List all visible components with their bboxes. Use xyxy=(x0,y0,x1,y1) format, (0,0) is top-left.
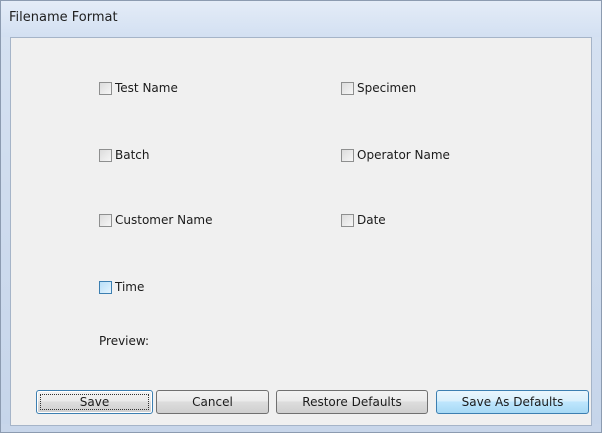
checkbox-date[interactable]: Date xyxy=(341,213,386,227)
checkbox-box[interactable] xyxy=(99,280,112,294)
checkbox-box[interactable] xyxy=(341,81,354,95)
checkbox-box[interactable] xyxy=(341,148,354,162)
checkbox-specimen[interactable]: Specimen xyxy=(341,81,416,95)
checkbox-label: Batch xyxy=(115,148,150,162)
restore-defaults-button-label: Restore Defaults xyxy=(302,395,402,409)
checkbox-box[interactable] xyxy=(99,148,112,162)
checkbox-customer-name[interactable]: Customer Name xyxy=(99,213,213,227)
checkbox-box[interactable] xyxy=(341,213,354,227)
checkbox-label: Time xyxy=(115,280,145,294)
restore-defaults-button[interactable]: Restore Defaults xyxy=(276,390,428,414)
checkbox-operator-name[interactable]: Operator Name xyxy=(341,148,450,162)
save-button[interactable]: Save xyxy=(36,390,153,414)
filename-format-dialog: Filename Format Test Name Specimen Batch… xyxy=(0,0,602,433)
checkbox-label: Specimen xyxy=(357,81,417,95)
cancel-button[interactable]: Cancel xyxy=(156,390,269,414)
save-as-defaults-button[interactable]: Save As Defaults xyxy=(436,390,589,414)
window-frame-left xyxy=(1,37,10,427)
checkbox-label: Customer Name xyxy=(115,213,213,227)
checkbox-time[interactable]: Time xyxy=(99,280,144,294)
preview-label: Preview: xyxy=(99,334,150,348)
checkbox-box[interactable] xyxy=(99,81,112,95)
checkbox-box[interactable] xyxy=(99,213,112,227)
title-bar[interactable]: Filename Format xyxy=(1,1,601,37)
window-title: Filename Format xyxy=(9,10,118,25)
checkbox-label: Test Name xyxy=(115,81,178,95)
checkbox-batch[interactable]: Batch xyxy=(99,148,150,162)
window-frame-right xyxy=(592,37,601,427)
cancel-button-label: Cancel xyxy=(192,395,233,409)
checkbox-label: Operator Name xyxy=(357,148,450,162)
checkbox-test-name[interactable]: Test Name xyxy=(99,81,178,95)
focus-ring xyxy=(40,394,149,410)
checkbox-label: Date xyxy=(357,213,386,227)
dialog-content: Test Name Specimen Batch Operator Name C… xyxy=(10,37,592,426)
save-as-defaults-button-label: Save As Defaults xyxy=(461,395,564,409)
